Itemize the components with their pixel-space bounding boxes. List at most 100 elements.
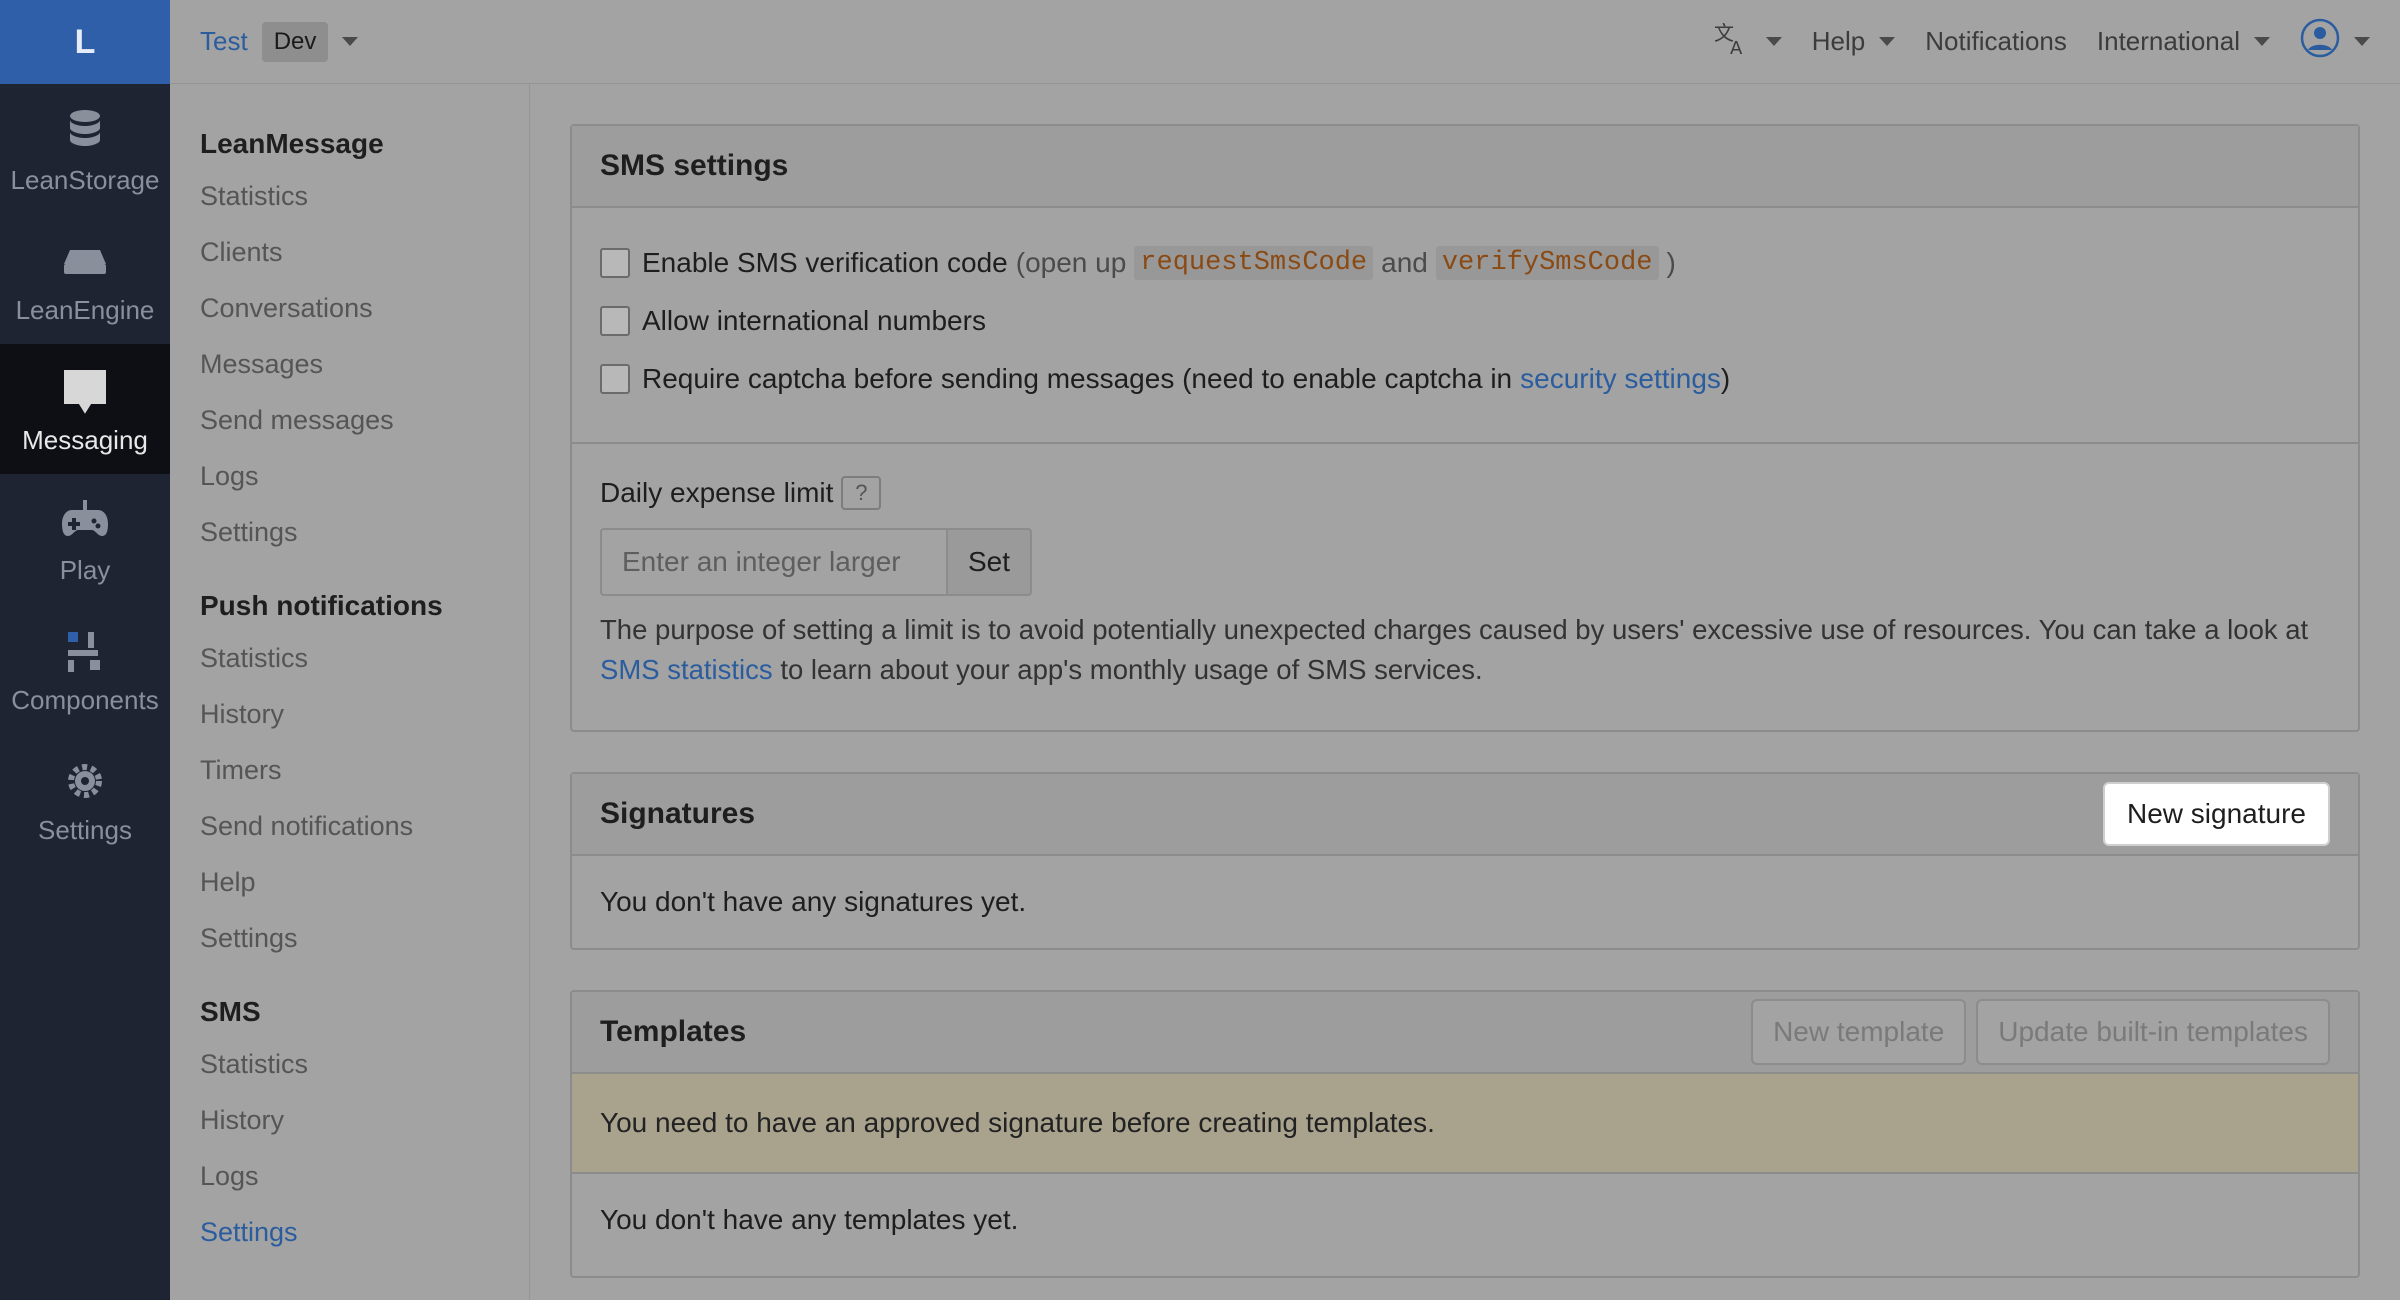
panel-header: SMS settings xyxy=(572,126,2358,208)
nav-push-statistics[interactable]: Statistics xyxy=(170,630,529,686)
nav-push-settings[interactable]: Settings xyxy=(170,910,529,966)
nav-sms-logs[interactable]: Logs xyxy=(170,1148,529,1204)
rail-item-components[interactable]: Components xyxy=(0,604,170,734)
rail-item-label: Settings xyxy=(38,814,132,845)
rail-item-label: LeanEngine xyxy=(15,294,155,325)
templates-panel: Templates New template Update built-in t… xyxy=(570,990,2360,1278)
nav-sms-statistics[interactable]: Statistics xyxy=(170,1036,529,1092)
server-icon xyxy=(57,233,113,289)
sms-settings-panel: SMS settings Enable SMS verification cod… xyxy=(570,124,2360,732)
option-require-captcha[interactable]: Require captcha before sending messages … xyxy=(600,350,2330,408)
panel-header: Signatures New signature xyxy=(572,774,2358,856)
nav-leanmessage-statistics[interactable]: Statistics xyxy=(170,168,529,224)
desc-text: to learn about your app's monthly usage … xyxy=(780,654,1483,685)
help-menu[interactable]: Help xyxy=(1811,26,1896,57)
gamepad-icon xyxy=(57,493,113,549)
message-icon xyxy=(57,363,113,419)
rail-item-messaging[interactable]: Messaging xyxy=(0,344,170,474)
help-tooltip-icon[interactable]: ? xyxy=(841,476,882,510)
notifications-label: Notifications xyxy=(1925,26,2067,56)
security-settings-link[interactable]: security settings xyxy=(1520,363,1721,395)
option-hint-and: and xyxy=(1381,247,1428,278)
signatures-panel: Signatures New signature You don't have … xyxy=(570,772,2360,950)
nav-sms-history[interactable]: History xyxy=(170,1092,529,1148)
option-hint-close: ) xyxy=(1666,247,1676,278)
daily-limit-input[interactable] xyxy=(600,528,946,596)
option-label: Enable SMS verification code xyxy=(642,247,1008,278)
nav-push-timers[interactable]: Timers xyxy=(170,742,529,798)
daily-limit-group: Set xyxy=(600,528,2330,596)
language-menu[interactable]: 文A xyxy=(1712,18,1782,65)
daily-limit-label: Daily expense limit xyxy=(600,477,834,508)
nav-push-history[interactable]: History xyxy=(170,686,529,742)
app-logo[interactable]: L xyxy=(0,0,170,84)
rail-item-label: Messaging xyxy=(22,424,148,455)
nav-section-push: Push notifications xyxy=(200,590,443,621)
new-signature-button[interactable]: New signature xyxy=(2103,782,2330,846)
rail-item-label: Components xyxy=(11,684,159,715)
option-allow-international[interactable]: Allow international numbers xyxy=(600,292,2330,350)
rail-item-leanengine[interactable]: LeanEngine xyxy=(0,214,170,344)
chevron-down-icon xyxy=(2354,37,2370,46)
nav-push-send-notifications[interactable]: Send notifications xyxy=(170,798,529,854)
alert-warning: You need to have an approved signature b… xyxy=(572,1074,2358,1174)
desc-text: The purpose of setting a limit is to avo… xyxy=(600,614,2309,645)
rail-item-settings[interactable]: Settings xyxy=(0,734,170,864)
env-badge[interactable]: Dev xyxy=(261,21,329,62)
user-menu[interactable] xyxy=(2300,18,2370,65)
checkbox[interactable] xyxy=(600,248,630,278)
option-hint: (open up xyxy=(1015,247,1127,278)
nav-leanmessage-send-messages[interactable]: Send messages xyxy=(170,392,529,448)
code-request-sms-code: requestSmsCode xyxy=(1134,246,1374,280)
chevron-down-icon xyxy=(1879,37,1896,46)
new-template-button[interactable]: New template xyxy=(1751,999,1967,1065)
nav-leanmessage-clients[interactable]: Clients xyxy=(170,224,529,280)
main-content: SMS settings Enable SMS verification cod… xyxy=(570,124,2360,1278)
panel-header: Templates New template Update built-in t… xyxy=(572,992,2358,1074)
panel-title: SMS settings xyxy=(600,149,789,182)
rail-item-leanstorage[interactable]: LeanStorage xyxy=(0,84,170,214)
panel-title: Templates xyxy=(600,1015,747,1048)
app-switcher-name[interactable]: Test xyxy=(200,26,248,57)
update-built-in-templates-button[interactable]: Update built-in templates xyxy=(1976,999,2330,1065)
chevron-down-icon xyxy=(1765,37,1782,46)
nav-leanmessage-conversations[interactable]: Conversations xyxy=(170,280,529,336)
panel-title: Signatures xyxy=(600,797,756,830)
nav-sms-settings[interactable]: Settings xyxy=(170,1204,529,1260)
option-label: Allow international numbers xyxy=(642,305,986,336)
empty-signatures-text: You don't have any signatures yet. xyxy=(600,886,1027,917)
empty-templates-text: You don't have any templates yet. xyxy=(600,1204,1019,1235)
chevron-down-icon xyxy=(2254,37,2270,46)
nav-leanmessage-settings[interactable]: Settings xyxy=(170,504,529,560)
rail-item-play[interactable]: Play xyxy=(0,474,170,604)
svg-text:A: A xyxy=(1730,38,1743,58)
user-avatar-icon xyxy=(2300,18,2340,65)
rail-item-label: Play xyxy=(59,554,111,585)
nav-push-help[interactable]: Help xyxy=(170,854,529,910)
chevron-down-icon[interactable] xyxy=(342,37,359,46)
region-menu[interactable]: International xyxy=(2097,26,2270,57)
notifications-link[interactable]: Notifications xyxy=(1925,26,2067,57)
primary-sidebar: L LeanStorage LeanEngine Messaging Play … xyxy=(0,0,170,1300)
help-menu-label: Help xyxy=(1811,26,1866,56)
sms-statistics-link[interactable]: SMS statistics xyxy=(600,654,773,685)
nav-section-sms: SMS xyxy=(200,996,261,1027)
database-icon xyxy=(57,103,113,159)
checkbox[interactable] xyxy=(600,364,630,394)
set-limit-button[interactable]: Set xyxy=(946,528,1032,596)
option-enable-sms-code[interactable]: Enable SMS verification code (open up re… xyxy=(600,234,2330,292)
code-verify-sms-code: verifySmsCode xyxy=(1435,246,1659,280)
secondary-sidebar: LeanMessage Statistics Clients Conversat… xyxy=(170,84,530,1300)
checkbox[interactable] xyxy=(600,306,630,336)
nav-leanmessage-logs[interactable]: Logs xyxy=(170,448,529,504)
gear-icon xyxy=(57,753,113,809)
region-label: International xyxy=(2096,26,2240,56)
limit-description: The purpose of setting a limit is to avo… xyxy=(600,610,2330,690)
rail-item-label: LeanStorage xyxy=(10,164,160,195)
nav-leanmessage-messages[interactable]: Messages xyxy=(170,336,529,392)
translate-icon: 文A xyxy=(1712,18,1752,65)
option-label: Require captcha before sending messages … xyxy=(642,363,1513,394)
nav-section-leanmessage: LeanMessage xyxy=(200,128,384,159)
components-icon xyxy=(57,623,113,679)
option-label-close: ) xyxy=(1720,363,1731,394)
